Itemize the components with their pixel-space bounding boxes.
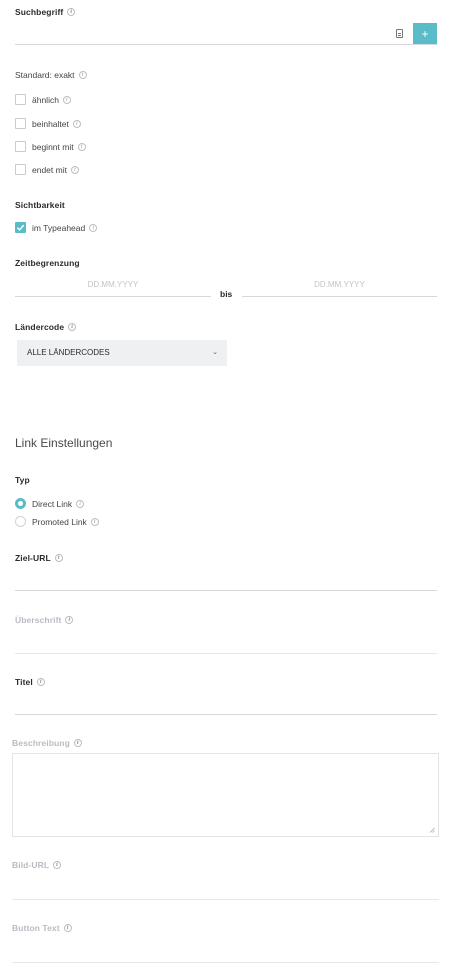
visibility-heading: Sichtbarkeit [15,200,65,210]
target-url-input[interactable] [15,570,437,590]
title-underline [15,714,437,715]
description-textarea [12,753,439,837]
image-url-input [12,878,439,898]
search-input-underline [15,44,437,45]
match-default-label: Standard: exakt i [15,70,87,80]
info-icon: i [63,923,72,932]
link-settings-title: Link Einstellungen [15,436,113,450]
button-text-underline [12,962,439,963]
search-label: Suchbegriff i [15,7,76,17]
typeahead-checkbox[interactable] [15,222,26,233]
info-icon: i [65,615,74,624]
add-search-term-button[interactable]: + [413,23,437,45]
similar-checkbox[interactable] [15,94,26,105]
button-text-input [12,941,439,961]
title-input[interactable] [15,694,437,714]
date-from-input[interactable]: DD.MM.YYYY [15,278,211,296]
info-icon[interactable]: i [36,677,45,686]
target-url-underline [15,590,437,591]
image-url-underline [12,899,439,900]
country-code-label: Ländercode i [15,322,77,332]
info-icon[interactable]: i [70,165,79,174]
info-icon[interactable]: i [72,119,81,128]
search-input[interactable] [15,24,391,44]
info-icon: i [73,738,82,747]
date-range-separator: bis [220,289,233,299]
info-icon[interactable]: i [78,70,87,79]
info-icon: i [53,860,62,869]
heading-input [15,633,437,653]
promoted-link-radio[interactable] [15,516,26,527]
chevron-down-icon: ⌄ [212,349,218,356]
info-icon[interactable]: i [68,322,77,331]
info-icon[interactable]: i [76,499,85,508]
starts-with-checkbox[interactable] [15,141,26,152]
info-icon[interactable]: i [62,95,71,104]
date-to-underline [242,296,437,297]
contains-checkbox[interactable] [15,118,26,129]
check-icon [16,224,25,231]
ends-with-checkbox[interactable] [15,164,26,175]
title-label: Titel i [15,677,45,687]
target-url-label: Ziel-URL i [15,553,63,563]
clipboard-icon[interactable] [396,29,403,38]
info-icon[interactable]: i [54,553,63,562]
info-icon[interactable]: i [77,142,86,151]
date-to-input[interactable]: DD.MM.YYYY [242,278,437,296]
description-label: Beschreibung i [12,738,82,748]
info-icon[interactable]: i [67,7,76,16]
date-from-underline [15,296,211,297]
type-heading: Typ [15,475,30,485]
time-limit-heading: Zeitbegrenzung [15,258,80,268]
resize-handle-icon [429,827,435,833]
direct-link-radio[interactable] [15,498,26,509]
info-icon[interactable]: i [90,517,99,526]
button-text-label: Button Text i [12,923,72,933]
image-url-label: Bild-URL i [12,860,62,870]
country-code-select[interactable]: ALLE LÄNDERCODES ⌄ [17,340,227,366]
heading-underline [15,653,437,654]
info-icon[interactable]: i [89,223,98,232]
heading-label: Überschrift i [15,615,74,625]
